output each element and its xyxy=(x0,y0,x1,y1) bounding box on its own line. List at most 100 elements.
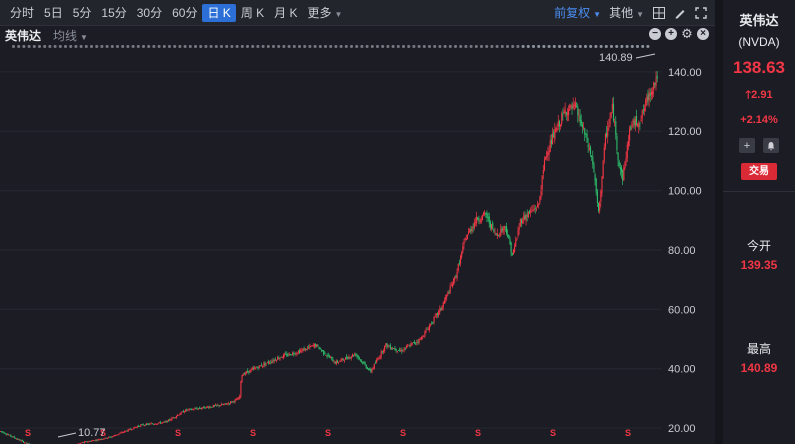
candle-body xyxy=(403,348,405,351)
settings-gear-icon[interactable]: ⚙ xyxy=(681,27,693,40)
tab-60-min[interactable]: 60分 xyxy=(167,4,202,22)
candle-body xyxy=(109,436,111,438)
candle-body xyxy=(604,134,606,147)
candle-body xyxy=(86,441,88,443)
candle-body xyxy=(325,355,327,357)
event-dot xyxy=(376,45,379,48)
event-dot xyxy=(599,45,603,48)
candle-body xyxy=(217,405,219,406)
candle-body xyxy=(591,155,593,158)
candle-body xyxy=(92,440,94,442)
min-price-label: 10.77 xyxy=(78,427,106,439)
candle-body xyxy=(166,420,168,422)
candle-body xyxy=(19,439,21,441)
event-dot xyxy=(495,45,499,48)
close-icon[interactable]: × xyxy=(697,28,709,40)
event-dot xyxy=(282,45,286,48)
candle-body xyxy=(566,113,569,115)
other-dropdown[interactable]: 其他 ▼ xyxy=(605,4,648,21)
candle-body xyxy=(648,92,650,101)
candle-body xyxy=(511,253,513,256)
candle-body xyxy=(579,115,581,123)
draw-pen-icon[interactable] xyxy=(673,6,686,19)
candle-body xyxy=(504,226,506,228)
tab-intraday[interactable]: 分时 xyxy=(5,4,39,22)
candle-body xyxy=(200,408,202,410)
event-dot xyxy=(105,45,109,48)
candle-body xyxy=(170,419,172,421)
event-dot xyxy=(116,45,119,48)
candle-body xyxy=(529,210,531,213)
tab-daily-k[interactable]: 日 K xyxy=(202,3,236,22)
tab-weekly-k[interactable]: 周 K xyxy=(236,4,269,22)
price-change-pct: +2.14% xyxy=(740,114,778,126)
event-dot xyxy=(287,45,291,48)
y-tick-label: 60.00 xyxy=(668,304,696,316)
candle-body xyxy=(426,328,428,330)
add-watchlist-plus-icon[interactable]: + xyxy=(739,138,755,153)
candle-body xyxy=(96,439,98,441)
tab-monthly-k[interactable]: 月 K xyxy=(269,4,302,22)
event-s-marker: S xyxy=(175,428,181,438)
candle-body xyxy=(196,408,198,410)
candle-body xyxy=(339,361,341,362)
candle-body xyxy=(640,119,642,121)
candle-body xyxy=(433,317,435,323)
price-chart[interactable]: SSSSSSSSS 140.00120.00100.0080.0060.0040… xyxy=(0,44,715,444)
tab-5-day[interactable]: 5日 xyxy=(39,4,68,22)
candle-body xyxy=(125,430,127,432)
event-dot xyxy=(428,45,431,48)
alert-bell-icon[interactable] xyxy=(763,138,779,153)
candle-body xyxy=(327,355,329,356)
moving-average-dropdown[interactable]: 均线 ▼ xyxy=(41,27,88,44)
candle-body xyxy=(539,196,541,203)
candle-body xyxy=(554,129,556,140)
candle-body xyxy=(280,356,282,358)
candle-body xyxy=(140,424,142,427)
candle-body xyxy=(506,226,508,234)
candle-body xyxy=(570,104,572,106)
candle-body xyxy=(359,359,362,361)
candle-body xyxy=(448,292,450,294)
event-dot xyxy=(261,45,265,48)
candle-body xyxy=(572,103,574,109)
candle-body xyxy=(271,361,273,364)
adjust-dropdown[interactable]: 前复权 ▼ xyxy=(550,4,605,21)
candle-body xyxy=(464,238,466,240)
event-dot xyxy=(69,45,73,48)
candle-body xyxy=(569,105,571,109)
event-dot xyxy=(298,45,301,48)
event-s-marker: S xyxy=(625,428,631,438)
candle-body xyxy=(351,354,353,357)
event-dot xyxy=(350,45,353,48)
tab-5-min[interactable]: 5分 xyxy=(68,4,97,22)
plus-icon[interactable]: + xyxy=(665,28,677,40)
candle-body xyxy=(328,356,330,358)
candle-body xyxy=(82,442,84,444)
event-dot xyxy=(194,45,197,48)
tab-30-min[interactable]: 30分 xyxy=(132,4,167,22)
candle-body xyxy=(238,397,240,400)
candle-body xyxy=(612,103,615,121)
more-menu[interactable]: 更多 ▼ xyxy=(303,4,348,22)
candle-body xyxy=(385,343,387,346)
event-dot xyxy=(573,45,577,48)
trade-button[interactable]: 交易 xyxy=(741,163,777,180)
event-dot xyxy=(32,45,36,48)
tab-15-min[interactable]: 15分 xyxy=(96,4,131,22)
fullscreen-icon[interactable] xyxy=(694,6,707,19)
minus-icon[interactable]: − xyxy=(649,28,661,40)
candle-body xyxy=(120,432,122,434)
candle-body xyxy=(190,409,192,411)
event-dot xyxy=(396,45,400,48)
candle-body xyxy=(1,431,3,432)
grid-icon[interactable] xyxy=(652,6,665,19)
candle-body xyxy=(219,405,221,407)
event-dot xyxy=(183,45,187,48)
candle-body xyxy=(331,356,333,359)
candle-body xyxy=(400,350,402,352)
candle-body xyxy=(323,350,325,354)
min-price-arrow xyxy=(57,432,77,438)
candle-body xyxy=(537,204,539,208)
candle-body xyxy=(543,159,546,171)
